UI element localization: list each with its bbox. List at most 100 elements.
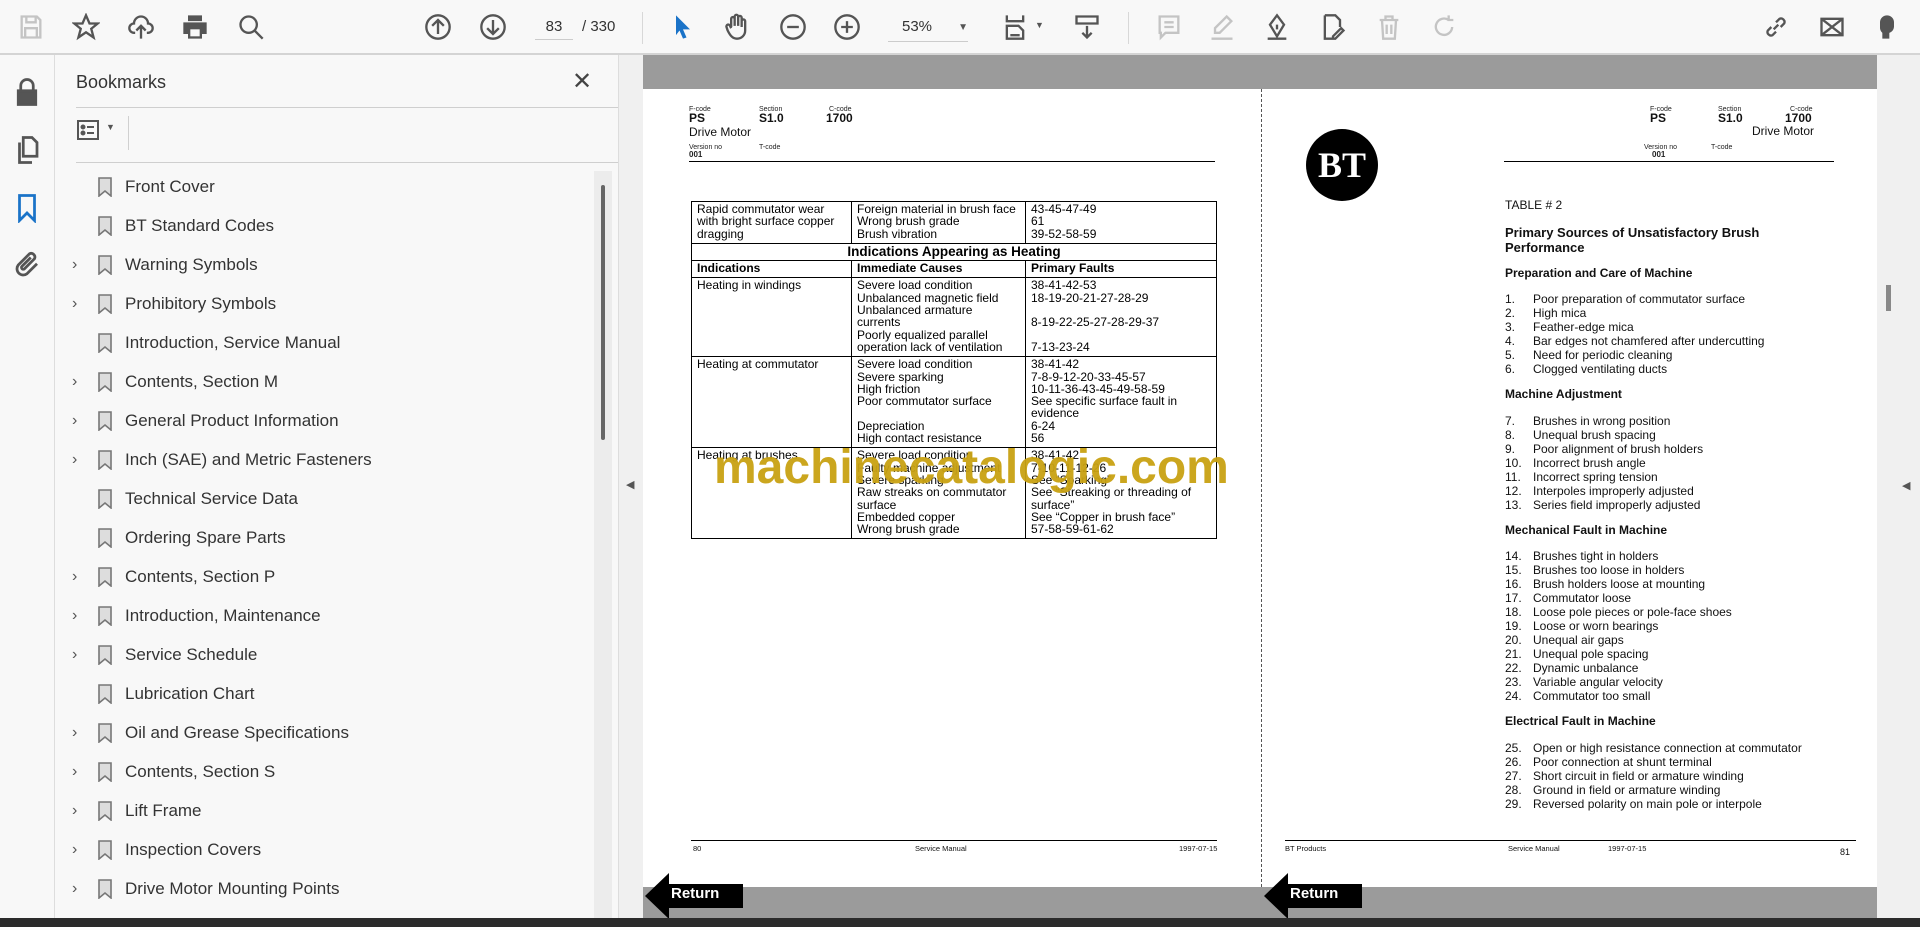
footer-rule (691, 840, 1217, 841)
list-item: 14. Brushes tight in holders (1505, 549, 1825, 563)
item-number: 2. (1505, 306, 1516, 320)
bookmark-label: Inspection Covers (125, 840, 262, 859)
list-item: 26. Poor connection at shunt terminal (1505, 755, 1825, 769)
list-item: 5. Need for periodic cleaning (1505, 348, 1825, 362)
bookmark-item[interactable]: › Prohibitory Symbols (56, 286, 586, 322)
bookmark-item[interactable]: Introduction, Service Manual (56, 325, 586, 361)
fcode: PS (1650, 111, 1667, 125)
bookmark-item[interactable]: › Contents, Section P (56, 559, 586, 595)
bookmark-icon (98, 879, 112, 899)
select-pointer-icon[interactable] (666, 10, 700, 44)
edit-pdf-icon[interactable] (1316, 10, 1350, 44)
zoom-in-icon[interactable] (830, 10, 864, 44)
item-number: 25. (1505, 740, 1522, 755)
list-item: 27. Short circuit in field or armature wi… (1505, 769, 1825, 783)
cell-causes: Severe load condition Unbalanced magneti… (851, 277, 1026, 358)
sign-icon[interactable] (1260, 10, 1294, 44)
chevron-right-icon[interactable]: › (72, 607, 77, 625)
scroll-mode-icon[interactable] (1070, 10, 1104, 44)
chevron-right-icon[interactable]: › (72, 646, 77, 664)
bookmark-item[interactable]: › Drive Motor Mounting Points (56, 871, 586, 907)
chevron-right-icon[interactable]: › (72, 841, 77, 859)
bookmark-label: Contents, Section P (125, 567, 276, 586)
page-divider (1261, 89, 1262, 887)
zoom-out-icon[interactable] (776, 10, 810, 44)
bookmark-item[interactable]: › Contents, Section S (56, 754, 586, 790)
item-number: 15. (1505, 563, 1522, 577)
next-page-icon[interactable] (476, 10, 510, 44)
fit-dropdown-icon[interactable]: ▼ (1035, 20, 1044, 30)
bookmark-item[interactable]: › Inspection Covers (56, 832, 586, 868)
item-text: Poor alignment of brush holders (1533, 441, 1704, 456)
bookmark-item[interactable]: › Warning Symbols (56, 247, 586, 283)
item-number: 1. (1505, 292, 1516, 306)
table-row: Rapid commutator wear with bright surfac… (691, 201, 1217, 244)
bookmark-label: Contents, Section M (125, 372, 279, 391)
chevron-right-icon[interactable]: › (72, 568, 77, 586)
trash-icon[interactable] (1372, 10, 1406, 44)
bookmark-item[interactable]: › Oil and Grease Specifications (56, 715, 586, 751)
bookmark-item[interactable]: › Service Schedule (56, 637, 586, 673)
share-link-icon[interactable] (1759, 10, 1793, 44)
previous-page-icon[interactable] (421, 10, 455, 44)
item-text: Brushes in wrong position (1533, 413, 1671, 428)
print-icon[interactable] (178, 10, 212, 44)
zoom-select[interactable]: 53% ▼ (888, 14, 968, 42)
fit-page-icon[interactable] (998, 10, 1032, 44)
lock-icon[interactable] (12, 77, 42, 107)
divider (76, 107, 618, 108)
chevron-right-icon[interactable]: › (72, 412, 77, 430)
bookmark-options-button[interactable]: ▼ (76, 118, 126, 148)
email-icon[interactable] (1815, 10, 1849, 44)
close-icon[interactable]: ✕ (572, 67, 592, 96)
bookmark-label: Front Cover (125, 177, 215, 196)
bookmark-item[interactable]: › General Product Information (56, 403, 586, 439)
item-text: Incorrect brush angle (1533, 455, 1646, 470)
rotate-icon[interactable] (1427, 10, 1461, 44)
chevron-right-icon[interactable]: › (72, 295, 77, 313)
comment-icon[interactable] (1152, 10, 1186, 44)
chevron-right-icon[interactable]: › (72, 256, 77, 274)
chevron-right-icon[interactable]: › (72, 880, 77, 898)
chevron-right-icon[interactable]: › (72, 763, 77, 781)
collapse-panel-arrow-icon[interactable]: ◀ (626, 478, 634, 491)
logo-text: BT (1317, 145, 1367, 185)
attachment-icon[interactable] (12, 250, 42, 280)
bookmark-item[interactable]: Lubrication Chart (56, 676, 586, 712)
add-user-icon[interactable] (1870, 10, 1904, 44)
scrollbar-thumb[interactable] (1886, 285, 1891, 311)
item-number: 14. (1505, 549, 1522, 563)
chevron-right-icon[interactable]: › (72, 724, 77, 742)
page-number-input[interactable] (535, 14, 573, 40)
chevron-right-icon[interactable]: › (72, 373, 77, 391)
table-label: TABLE # 2 (1505, 198, 1563, 212)
bookmark-item[interactable]: Technical Service Data (56, 481, 586, 517)
page-total: / 330 (582, 18, 616, 35)
bookmark-icon[interactable] (12, 193, 42, 224)
bookmark-item[interactable]: Ordering Spare Parts (56, 520, 586, 556)
chevron-right-icon[interactable]: › (72, 451, 77, 469)
star-icon[interactable] (69, 10, 103, 44)
expand-right-panel-arrow-icon[interactable]: ◀ (1902, 479, 1910, 492)
item-text: Commutator too small (1533, 689, 1651, 703)
list-item: 9. Poor alignment of brush holders (1505, 442, 1825, 456)
chevron-right-icon[interactable]: › (72, 802, 77, 820)
return-button[interactable]: Return (1264, 873, 1362, 919)
highlight-icon[interactable] (1205, 10, 1239, 44)
save-icon[interactable] (14, 10, 48, 44)
bookmark-item[interactable]: › Introduction, Maintenance (56, 598, 586, 634)
bookmark-item[interactable]: › Inch (SAE) and Metric Fasteners (56, 442, 586, 478)
return-button[interactable]: Return (645, 873, 743, 919)
bookmark-item[interactable]: › Lift Frame (56, 793, 586, 829)
bookmark-item[interactable]: Front Cover (56, 169, 586, 205)
item-number: 10. (1505, 455, 1522, 470)
hand-tool-icon[interactable] (720, 10, 754, 44)
item-text: Bar edges not chamfered after undercutti… (1533, 334, 1765, 348)
page-thumbnails-icon[interactable] (12, 135, 42, 165)
upload-cloud-icon[interactable] (124, 10, 158, 44)
bookmark-item[interactable]: › Contents, Section M (56, 364, 586, 400)
item-text: Brushes tight in holders (1533, 549, 1659, 563)
scrollbar-thumb[interactable] (601, 185, 605, 440)
search-icon[interactable] (234, 10, 268, 44)
bookmark-item[interactable]: BT Standard Codes (56, 208, 586, 244)
